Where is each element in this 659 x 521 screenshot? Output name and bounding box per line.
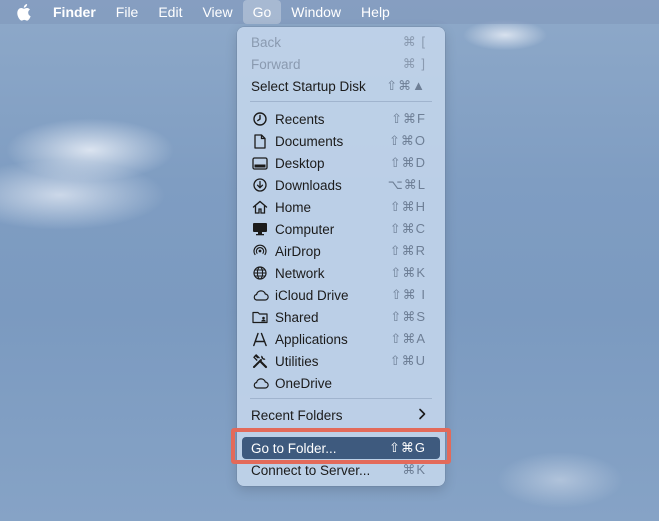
go-menu: Back ⌘ [ Forward ⌘ ] Select Startup Disk… (237, 27, 445, 486)
tools-icon (251, 352, 269, 370)
menu-item-recents[interactable]: Recents ⇧⌘F (242, 108, 440, 130)
menu-item-label: Utilities (275, 353, 319, 369)
menu-item-select-startup-disk[interactable]: Select Startup Disk ⇧⌘▲ (242, 75, 440, 97)
menu-item-label: Network (275, 265, 325, 281)
home-icon (251, 198, 269, 216)
computer-icon (251, 220, 269, 238)
chevron-right-icon (418, 408, 426, 423)
shortcut-label: ⇧⌘S (390, 309, 426, 324)
menu-item-label: Desktop (275, 155, 325, 171)
menu-item-label: Connect to Server... (251, 462, 371, 478)
cloud-icon (251, 286, 269, 304)
menubar-view[interactable]: View (192, 0, 242, 24)
menu-item-label: Documents (275, 133, 344, 149)
menubar-edit[interactable]: Edit (148, 0, 192, 24)
clock-icon (251, 110, 269, 128)
menu-item-label: Home (275, 199, 312, 215)
shared-folder-icon (251, 308, 269, 326)
menu-item-label: Recents (275, 111, 325, 127)
menu-item-icloud-drive[interactable]: iCloud Drive ⇧⌘ I (242, 284, 440, 306)
shortcut-label: ⇧⌘R (389, 243, 426, 258)
menu-item-label: iCloud Drive (275, 287, 349, 303)
menu-item-shared[interactable]: Shared ⇧⌘S (242, 306, 440, 328)
menu-item-onedrive[interactable]: OneDrive (242, 372, 440, 394)
apple-logo-icon[interactable] (15, 3, 33, 21)
globe-icon (251, 264, 269, 282)
menubar-go[interactable]: Go (242, 0, 282, 24)
shortcut-label: ⌥⌘L (387, 177, 426, 192)
menubar-help[interactable]: Help (351, 0, 400, 24)
menu-item-label: Downloads (275, 177, 342, 193)
menu-item-computer[interactable]: Computer ⇧⌘C (242, 218, 440, 240)
menubar-window[interactable]: Window (281, 0, 351, 24)
menu-item-forward: Forward ⌘ ] (242, 53, 440, 75)
document-icon (251, 132, 269, 150)
menu-item-airdrop[interactable]: AirDrop ⇧⌘R (242, 240, 440, 262)
callout-highlight-box (231, 428, 451, 464)
airdrop-icon (251, 242, 269, 260)
menu-item-label: AirDrop (275, 243, 321, 259)
menu-item-network[interactable]: Network ⇧⌘K (242, 262, 440, 284)
menu-item-desktop[interactable]: Desktop ⇧⌘D (242, 152, 440, 174)
shortcut-label: ⇧⌘F (391, 111, 426, 126)
menu-separator (250, 101, 432, 102)
cloud-icon (251, 374, 269, 392)
shortcut-label: ⇧⌘D (389, 155, 426, 170)
menu-item-downloads[interactable]: Downloads ⌥⌘L (242, 174, 440, 196)
menubar-app-finder[interactable]: Finder (41, 0, 106, 24)
menu-bar: Finder File Edit View Go Window Help (0, 0, 659, 24)
shortcut-label: ⌘ [ (402, 34, 426, 49)
menu-item-label: Shared (275, 309, 319, 325)
menu-item-label: Applications (275, 331, 348, 347)
menubar-file[interactable]: File (106, 0, 149, 24)
menu-item-applications[interactable]: Applications ⇧⌘A (242, 328, 440, 350)
shortcut-label: ⇧⌘H (389, 199, 426, 214)
shortcut-label: ⇧⌘▲ (386, 78, 426, 93)
shortcut-label: ⇧⌘C (389, 221, 426, 236)
menu-item-label: Forward (251, 56, 301, 72)
menu-separator (250, 398, 432, 399)
menu-item-documents[interactable]: Documents ⇧⌘O (242, 130, 440, 152)
menu-item-label: Back (251, 34, 282, 50)
shortcut-label: ⇧⌘O (388, 133, 426, 148)
shortcut-label: ⌘ ] (402, 56, 426, 71)
shortcut-label: ⇧⌘K (390, 265, 426, 280)
shortcut-label: ⌘K (402, 462, 426, 477)
menu-item-label: OneDrive (275, 375, 333, 391)
desktop-icon (251, 154, 269, 172)
menu-item-home[interactable]: Home ⇧⌘H (242, 196, 440, 218)
menu-item-label: Select Startup Disk (251, 78, 366, 94)
shortcut-label: ⇧⌘ I (390, 287, 426, 302)
menu-item-recent-folders[interactable]: Recent Folders (242, 404, 440, 426)
applications-icon (251, 330, 269, 348)
shortcut-label: ⇧⌘U (389, 353, 426, 368)
menu-item-label: Computer (275, 221, 335, 237)
download-icon (251, 176, 269, 194)
menu-item-back: Back ⌘ [ (242, 31, 440, 53)
shortcut-label: ⇧⌘A (390, 331, 426, 346)
menu-item-utilities[interactable]: Utilities ⇧⌘U (242, 350, 440, 372)
menu-item-label: Recent Folders (251, 407, 343, 423)
